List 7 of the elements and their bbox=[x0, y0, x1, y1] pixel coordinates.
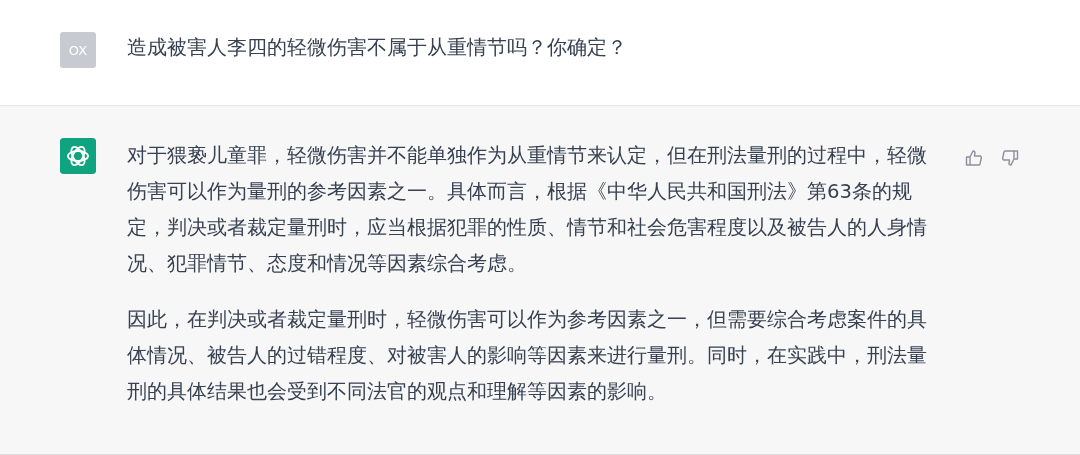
message-text: 因此，在判决或者裁定量刑时，轻微伤害可以作为参考因素之一，但需要综合考虑案件的具体情况、被告人的过错程度、对被害人的影响等因素来进行量刑。同时，在实践中，刑法量刑的具体结果也会受到不同法官的观点和理解等因素的影响。 bbox=[127, 307, 928, 405]
message-text: 对于猥亵儿童罪，轻微伤害并不能单独作为从重情节来认定，但在刑法量刑的过程中，轻微伤害可以作为量刑的参考因素之一。具体而言，根据《中华人民共和国刑法》第63条的规定，判决或者裁定量刑时，应当根据犯罪的性质、情节和社会危害程度以及被告人的人身情况、犯罪情节、态度和情况等因素综合考虑。 bbox=[127, 143, 928, 277]
thumbs-up-icon[interactable] bbox=[964, 148, 984, 168]
assistant-logo-icon bbox=[60, 138, 96, 174]
user-avatar: OX bbox=[60, 32, 96, 68]
message-text: 造成被害人李四的轻微伤害不属于从重情节吗？你确定？ bbox=[127, 35, 628, 61]
thumbs-down-icon[interactable] bbox=[1000, 148, 1020, 168]
